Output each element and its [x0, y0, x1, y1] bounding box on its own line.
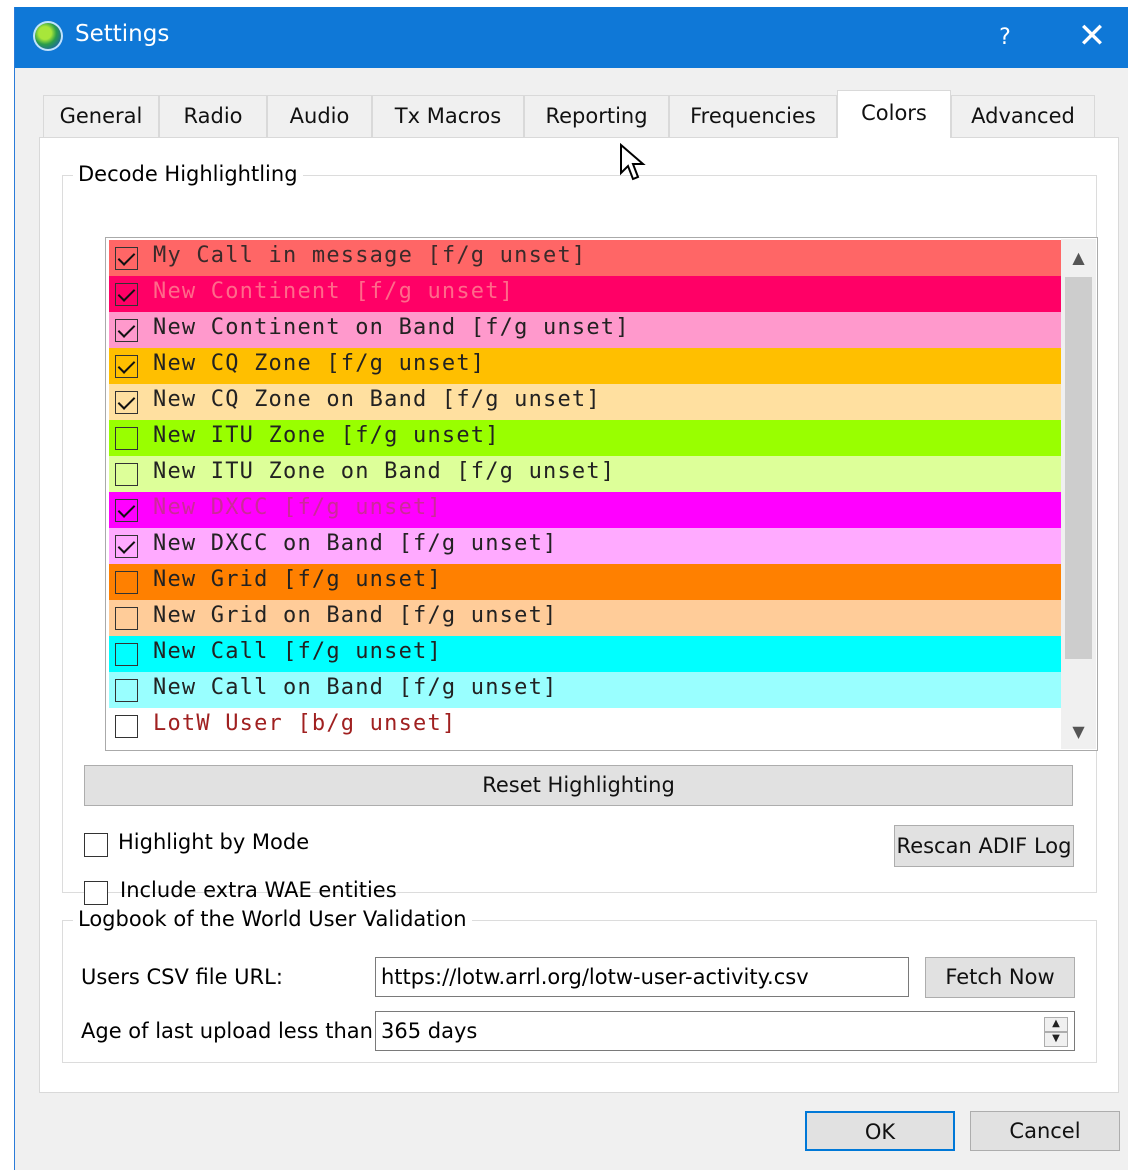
highlight-item-label: New DXCC on Band [f/g unset] [153, 531, 558, 556]
highlight-item-new-dxcc[interactable]: New DXCC [f/g unset] [109, 492, 1061, 528]
highlight-item-label: My Call in message [f/g unset] [153, 243, 587, 268]
highlight-item-new-cq-zone[interactable]: New CQ Zone [f/g unset] [109, 348, 1061, 384]
users-csv-label: Users CSV file URL: [81, 965, 283, 989]
highlight-by-mode-checkbox[interactable] [84, 833, 108, 857]
highlight-checkbox[interactable] [115, 499, 138, 522]
colors-tab-panel: Decode Highlightling My Call in message … [39, 137, 1119, 1093]
highlight-checkbox[interactable] [115, 391, 138, 414]
highlight-item-new-itu-zone[interactable]: New ITU Zone [f/g unset] [109, 420, 1061, 456]
highlight-item-label: LotW User [b/g unset] [153, 711, 457, 736]
highlight-checkbox[interactable] [115, 715, 138, 738]
highlight-checkbox[interactable] [115, 463, 138, 486]
rescan-adif-log-button[interactable]: Rescan ADIF Log [894, 825, 1074, 867]
tab-general[interactable]: General [43, 95, 159, 137]
tab-colors[interactable]: Colors [837, 90, 951, 138]
tab-frequencies[interactable]: Frequencies [669, 95, 837, 137]
scroll-up-icon[interactable]: ▲ [1061, 241, 1096, 275]
settings-window: Settings ? ✕ General Radio Audio Tx Macr… [14, 7, 1128, 1170]
decode-highlighting-group: Decode Highlightling My Call in message … [62, 162, 1098, 905]
spin-up-icon[interactable]: ▲ [1044, 1017, 1068, 1032]
highlight-item-new-grid[interactable]: New Grid [f/g unset] [109, 564, 1061, 600]
highlight-checkbox[interactable] [115, 427, 138, 450]
highlight-checkbox[interactable] [115, 319, 138, 342]
fetch-now-button[interactable]: Fetch Now [925, 957, 1075, 998]
include-wae-label: Include extra WAE entities [120, 878, 397, 902]
highlight-item-label: New Grid on Band [f/g unset] [153, 603, 558, 628]
highlight-checkbox[interactable] [115, 571, 138, 594]
highlight-item-label: New Call on Band [f/g unset] [153, 675, 558, 700]
mouse-pointer-icon [620, 143, 646, 181]
age-of-upload-spinbox[interactable]: 365 days [375, 1011, 1075, 1051]
highlight-item-lotw-user[interactable]: LotW User [b/g unset] [109, 708, 1061, 744]
decode-highlighting-title: Decode Highlightling [73, 162, 303, 186]
lotw-validation-title: Logbook of the World User Validation [73, 907, 472, 931]
highlight-item-label: New Continent [f/g unset] [153, 279, 515, 304]
app-icon [33, 21, 63, 51]
spin-down-icon[interactable]: ▼ [1044, 1032, 1068, 1047]
highlight-checkbox[interactable] [115, 679, 138, 702]
decode-highlight-list[interactable]: My Call in message [f/g unset] New Conti… [105, 237, 1098, 751]
tab-advanced[interactable]: Advanced [951, 95, 1095, 137]
users-csv-url-field[interactable]: https://lotw.arrl.org/lotw-user-activity… [375, 957, 909, 997]
highlight-item-new-call-band[interactable]: New Call on Band [f/g unset] [109, 672, 1061, 708]
include-wae-checkbox[interactable] [84, 881, 108, 905]
highlight-item-new-dxcc-band[interactable]: New DXCC on Band [f/g unset] [109, 528, 1061, 564]
highlight-item-label: New ITU Zone on Band [f/g unset] [153, 459, 616, 484]
highlight-item-new-continent-band[interactable]: New Continent on Band [f/g unset] [109, 312, 1061, 348]
highlight-item-new-call[interactable]: New Call [f/g unset] [109, 636, 1061, 672]
highlight-item-label: New CQ Zone on Band [f/g unset] [153, 387, 601, 412]
highlight-by-mode-label: Highlight by Mode [118, 830, 310, 854]
ok-button[interactable]: OK [805, 1111, 955, 1151]
highlight-item-label: New Grid [f/g unset] [153, 567, 442, 592]
tab-tx-macros[interactable]: Tx Macros [372, 95, 524, 137]
highlight-item-new-grid-band[interactable]: New Grid on Band [f/g unset] [109, 600, 1061, 636]
window-title: Settings [75, 21, 170, 47]
list-scrollbar[interactable]: ▲ ▼ [1061, 239, 1096, 749]
tab-radio[interactable]: Radio [159, 95, 267, 137]
age-of-upload-label: Age of last upload less than: [81, 1019, 381, 1043]
highlight-checkbox[interactable] [115, 643, 138, 666]
highlight-checkbox[interactable] [115, 607, 138, 630]
scroll-down-icon[interactable]: ▼ [1061, 715, 1096, 749]
highlight-item-new-cq-zone-band[interactable]: New CQ Zone on Band [f/g unset] [109, 384, 1061, 420]
lotw-validation-group: Logbook of the World User Validation Use… [62, 907, 1097, 1063]
highlight-item-my-call[interactable]: My Call in message [f/g unset] [109, 240, 1061, 276]
title-bar: Settings ? ✕ [15, 7, 1128, 68]
close-button[interactable]: ✕ [1055, 7, 1128, 68]
highlight-item-new-itu-zone-band[interactable]: New ITU Zone on Band [f/g unset] [109, 456, 1061, 492]
reset-highlighting-button[interactable]: Reset Highlighting [84, 765, 1073, 806]
highlight-item-label: New ITU Zone [f/g unset] [153, 423, 500, 448]
highlight-item-new-continent[interactable]: New Continent [f/g unset] [109, 276, 1061, 312]
highlight-item-label: New Call [f/g unset] [153, 639, 442, 664]
help-button[interactable]: ? [965, 7, 1045, 68]
cancel-button[interactable]: Cancel [970, 1111, 1120, 1151]
highlight-item-label: New DXCC [f/g unset] [153, 495, 442, 520]
highlight-item-label: New CQ Zone [f/g unset] [153, 351, 486, 376]
highlight-checkbox[interactable] [115, 535, 138, 558]
scroll-thumb[interactable] [1065, 277, 1092, 659]
highlight-checkbox[interactable] [115, 355, 138, 378]
highlight-checkbox[interactable] [115, 283, 138, 306]
highlight-checkbox[interactable] [115, 247, 138, 270]
tab-audio[interactable]: Audio [267, 95, 372, 137]
highlight-item-label: New Continent on Band [f/g unset] [153, 315, 630, 340]
tab-reporting[interactable]: Reporting [524, 95, 669, 137]
